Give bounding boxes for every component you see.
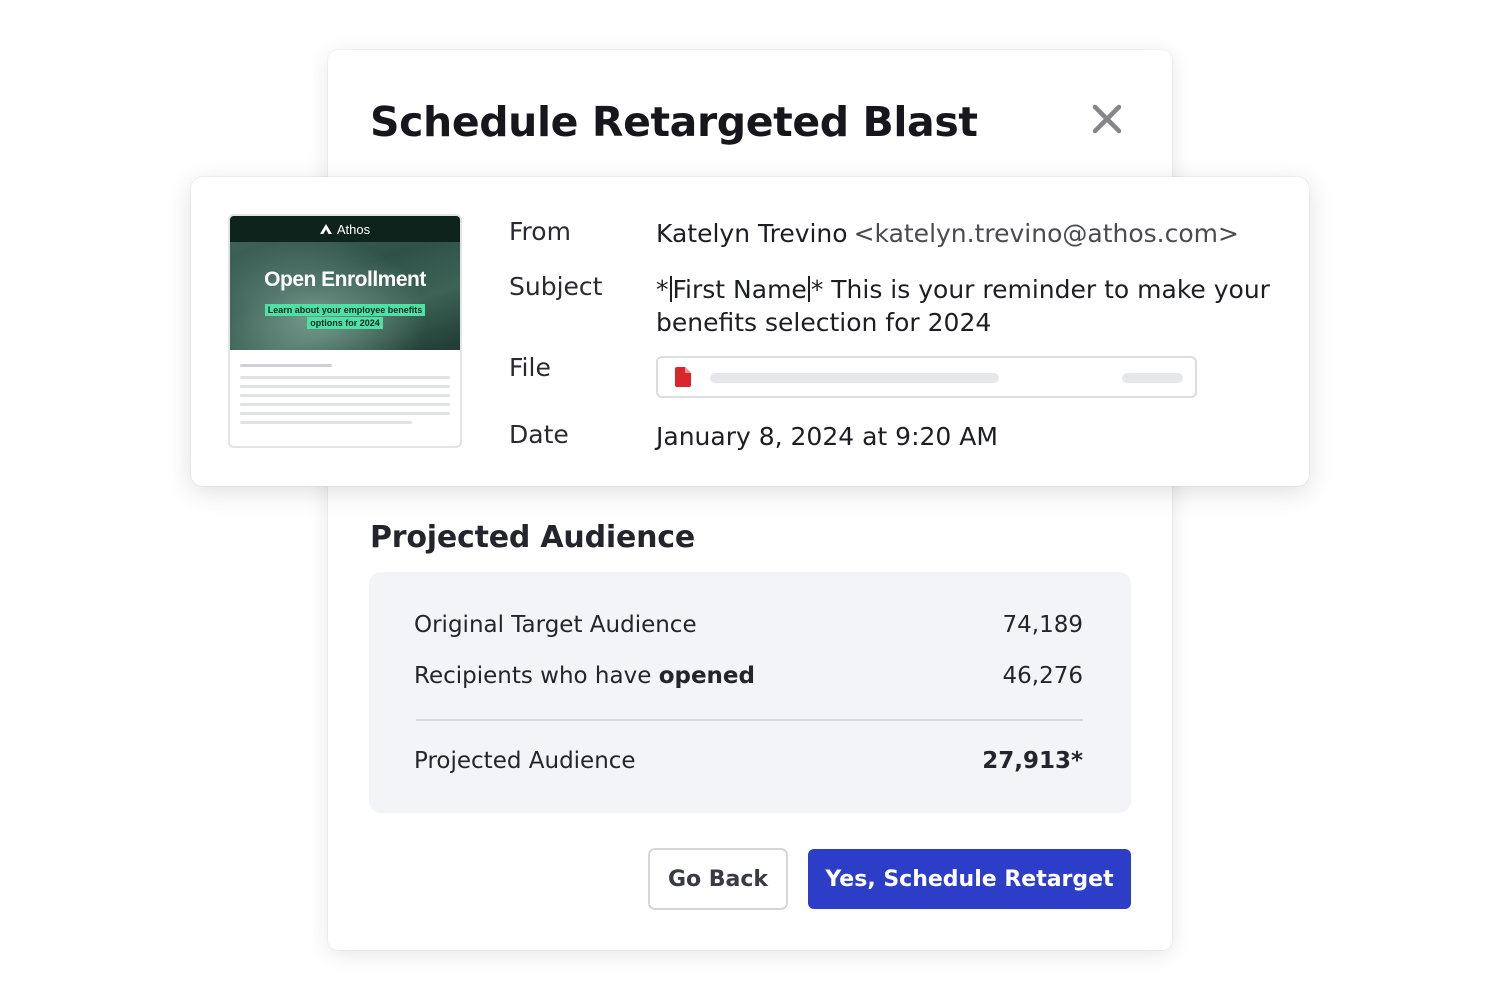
audience-summary: Original Target Audience 74,189 Recipien…	[369, 572, 1131, 813]
thumbnail-body-placeholder	[240, 364, 450, 430]
go-back-button[interactable]: Go Back	[648, 848, 788, 910]
close-button[interactable]	[1084, 96, 1130, 142]
schedule-retarget-button[interactable]: Yes, Schedule Retarget	[808, 849, 1131, 909]
original-audience-value: 74,189	[1002, 612, 1083, 638]
opened-recipients-label: Recipients who have opened	[414, 663, 755, 689]
file-name-placeholder	[710, 373, 999, 383]
modal-title: Schedule Retargeted Blast	[370, 98, 978, 146]
opened-emphasis: opened	[658, 663, 755, 689]
merge-tag: First Name	[672, 275, 807, 304]
thumbnail-hero-image: Athos Open Enrollment Learn about your e…	[230, 216, 460, 350]
projected-audience-label: Projected Audience	[414, 748, 636, 774]
close-icon	[1092, 104, 1122, 134]
date-label: Date	[509, 420, 569, 449]
sender-name: Katelyn Trevino	[656, 219, 848, 248]
original-audience-row: Original Target Audience 74,189	[414, 612, 1083, 638]
projected-audience-value: 27,913*	[982, 748, 1083, 774]
athos-logo-icon	[319, 224, 332, 234]
subject-value: * First Name * This is your reminder to ma…	[656, 275, 1270, 337]
pdf-file-icon	[675, 367, 691, 387]
thumbnail-heading: Open Enrollment	[264, 268, 426, 291]
thumbnail-brand: Athos	[336, 221, 371, 237]
projected-audience-title: Projected Audience	[370, 520, 695, 555]
sender-email: <katelyn.trevino@athos.com>	[853, 219, 1239, 248]
file-label: File	[509, 353, 551, 382]
thumbnail-tagline: Learn about your employee benefits optio…	[230, 304, 460, 329]
file-size-placeholder	[1122, 373, 1183, 383]
from-label: From	[509, 217, 571, 246]
opened-recipients-row: Recipients who have opened 46,276	[414, 663, 1083, 689]
original-audience-label: Original Target Audience	[414, 612, 697, 638]
file-attachment[interactable]	[656, 356, 1197, 398]
date-value: January 8, 2024 at 9:20 AM	[656, 422, 998, 451]
thumbnail-brand-bar: Athos	[230, 216, 460, 242]
audience-divider	[416, 719, 1083, 721]
stage: Schedule Retargeted Blast Projected Audi…	[0, 0, 1500, 1000]
subject-label: Subject	[509, 272, 603, 301]
thumbnail-tagline-line1: Learn about your employee benefits	[264, 304, 426, 316]
from-value: Katelyn Trevino <katelyn.trevino@athos.co…	[656, 217, 1239, 250]
opened-recipients-value: 46,276	[1002, 663, 1083, 689]
thumbnail-tagline-line2: options for 2024	[307, 317, 383, 329]
projected-audience-row: Projected Audience 27,913*	[414, 748, 1083, 774]
email-thumbnail[interactable]: Athos Open Enrollment Learn about your e…	[228, 214, 462, 448]
email-details-card: Athos Open Enrollment Learn about your e…	[191, 177, 1309, 486]
